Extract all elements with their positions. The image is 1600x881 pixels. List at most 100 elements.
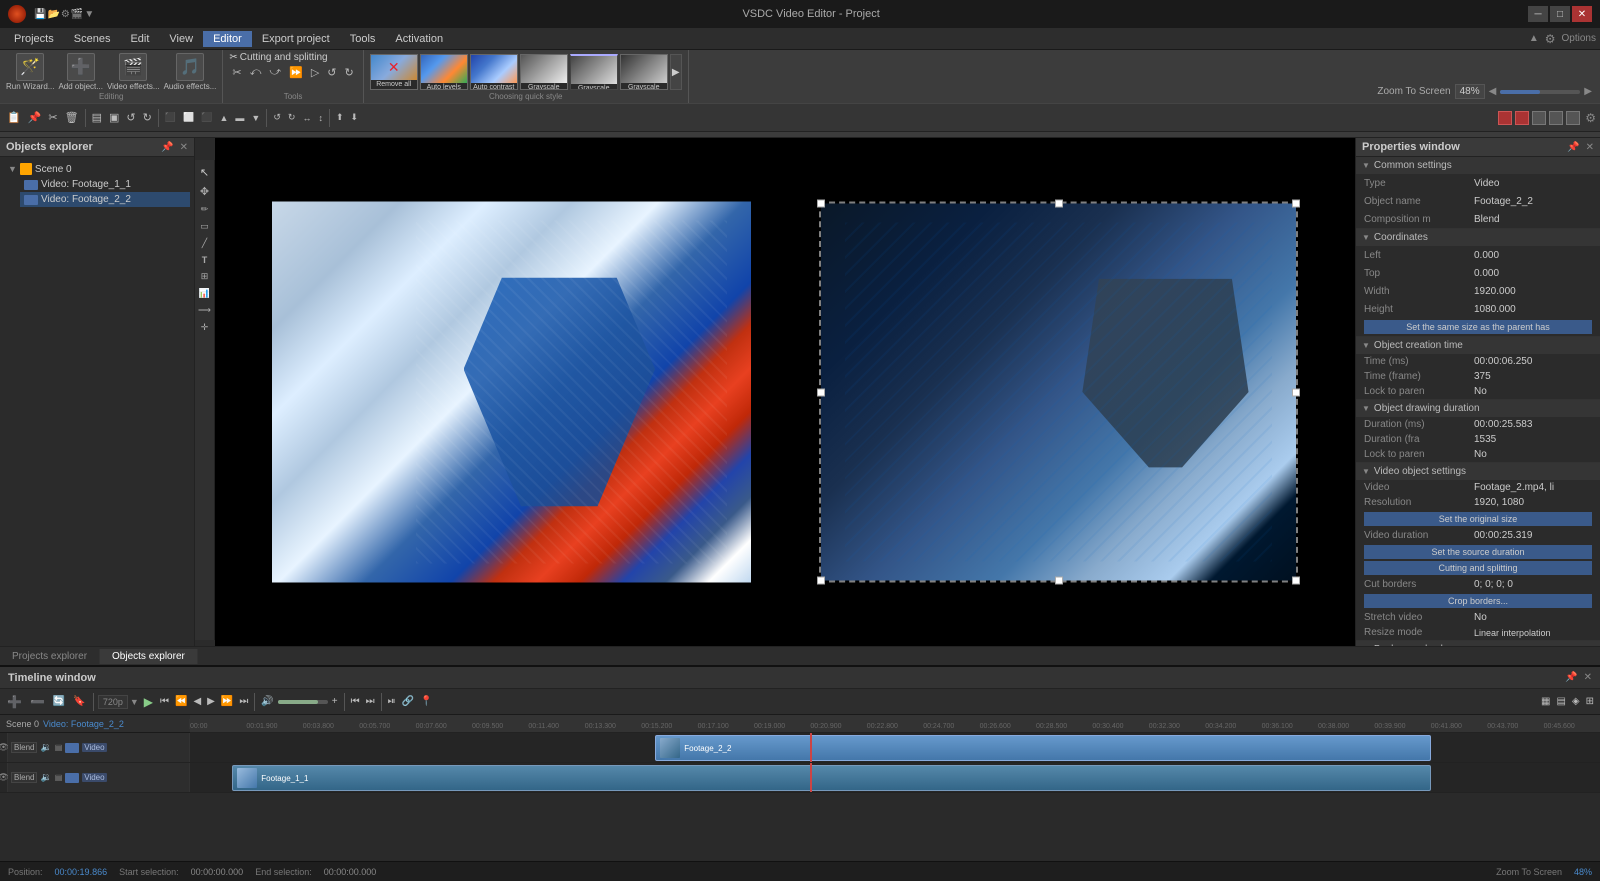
tool-crop[interactable]: ⊞ bbox=[199, 269, 211, 284]
tl-add-btn[interactable]: ➕ bbox=[4, 694, 25, 710]
red-box-5[interactable] bbox=[1566, 111, 1580, 125]
prop-cutting-btn[interactable]: Cutting and splitting bbox=[1364, 561, 1592, 575]
tl-grid-btn-2[interactable]: ▤ bbox=[1554, 695, 1567, 708]
tl-step-fwd[interactable]: ▶ bbox=[205, 695, 217, 708]
video-effects-btn[interactable]: 🎬 Video effects... bbox=[107, 53, 160, 92]
edit-align-center[interactable]: ⬜ bbox=[180, 111, 197, 124]
red-box-3[interactable] bbox=[1532, 111, 1546, 125]
tl-grid-btn-4[interactable]: ⊞ bbox=[1584, 695, 1596, 708]
tl-more-btns[interactable]: ⏯ bbox=[386, 695, 398, 708]
edit-delete-icon[interactable]: 🗑 bbox=[62, 110, 82, 125]
tool-arrow[interactable]: ⟶ bbox=[196, 303, 213, 318]
timeline-pin-icon[interactable]: 📌 bbox=[1565, 672, 1577, 683]
cut-tool-3[interactable]: ⤻ bbox=[266, 65, 284, 80]
menu-activation[interactable]: Activation bbox=[385, 31, 453, 47]
properties-close-icon[interactable]: ✕ bbox=[1586, 142, 1594, 153]
cut-tool-1[interactable]: ✂ bbox=[229, 65, 244, 80]
prop-duration-header[interactable]: ▼ Object drawing duration bbox=[1356, 400, 1600, 417]
tl-snap-btn[interactable]: 🔗 bbox=[400, 695, 416, 708]
timeline-close-icon[interactable]: ✕ bbox=[1584, 672, 1592, 683]
menu-edit[interactable]: Edit bbox=[120, 31, 159, 47]
menu-export[interactable]: Export project bbox=[252, 31, 340, 47]
edit-align-bottom[interactable]: ▼ bbox=[248, 112, 263, 124]
settings-icon[interactable]: ⚙ bbox=[1585, 111, 1596, 125]
quickstyle-auto-contrast[interactable]: Auto contrast bbox=[470, 54, 518, 90]
track-layers-1[interactable]: ▤ bbox=[55, 743, 63, 752]
tree-item-footage22[interactable]: Video: Footage_2_2 bbox=[20, 192, 190, 207]
tree-item-footage11[interactable]: Video: Footage_1_1 bbox=[20, 177, 190, 192]
minimize-button[interactable]: ─ bbox=[1528, 6, 1548, 22]
titlebar-icon-4[interactable]: 🎬 bbox=[71, 9, 83, 20]
track-vol-2[interactable]: 🔉 bbox=[40, 772, 51, 783]
tool-chart[interactable]: 📊 bbox=[197, 286, 212, 301]
menu-view[interactable]: View bbox=[159, 31, 203, 47]
quickstyle-remove-all[interactable]: ✕ Remove all bbox=[370, 54, 418, 90]
tree-item-scene0[interactable]: ▼ Scene 0 bbox=[4, 161, 190, 177]
red-box-2[interactable] bbox=[1515, 111, 1529, 125]
prop-crop-borders-btn[interactable]: Crop borders... bbox=[1364, 594, 1592, 608]
tl-end-btn[interactable]: ⏭ bbox=[364, 695, 377, 708]
tl-markers-btn[interactable]: 📍 bbox=[418, 695, 434, 708]
tool-pen[interactable]: ✏ bbox=[199, 202, 211, 217]
titlebar-icon-2[interactable]: 📂 bbox=[47, 9, 59, 20]
edit-ungroup-icon[interactable]: ▣ bbox=[106, 110, 122, 125]
edit-align-mid[interactable]: ▬ bbox=[232, 112, 247, 124]
red-box-1[interactable] bbox=[1498, 111, 1512, 125]
prop-creation-header[interactable]: ▼ Object creation time bbox=[1356, 337, 1600, 354]
add-object-btn[interactable]: ➕ Add object... bbox=[58, 53, 102, 92]
run-wizard-btn[interactable]: 🪄 Run Wizard... bbox=[6, 53, 54, 92]
prop-bg-header[interactable]: ▼ Background color bbox=[1356, 641, 1600, 646]
tl-bookmark-btn[interactable]: 🔖 bbox=[70, 695, 88, 708]
tool-text[interactable]: T bbox=[200, 253, 210, 267]
sel-handle-bm[interactable] bbox=[1055, 577, 1063, 585]
sel-handle-tm[interactable] bbox=[1055, 200, 1063, 208]
menu-tools[interactable]: Tools bbox=[340, 31, 386, 47]
edit-cut-icon[interactable]: ✂ bbox=[45, 110, 60, 125]
tl-vol-icon[interactable]: 🔊 bbox=[259, 695, 275, 708]
maximize-button[interactable]: □ bbox=[1550, 6, 1570, 22]
tab-projects-explorer[interactable]: Projects explorer bbox=[0, 649, 100, 664]
tool-move2[interactable]: ✛ bbox=[199, 320, 211, 335]
zoom-dropdown[interactable]: 48% bbox=[1455, 84, 1485, 99]
zoom-slider[interactable] bbox=[1500, 90, 1580, 94]
edit-undo-icon[interactable]: ↺ bbox=[123, 110, 138, 125]
tl-minus-btn[interactable]: ➖ bbox=[27, 694, 48, 710]
objects-close-icon[interactable]: ✕ bbox=[180, 142, 188, 153]
properties-pin-icon[interactable]: 📌 bbox=[1567, 142, 1579, 153]
track-blend-1[interactable]: Blend bbox=[11, 742, 37, 753]
zoom-plus[interactable]: ▶ bbox=[1584, 86, 1592, 97]
prop-common-header[interactable]: ▼ Common settings bbox=[1356, 157, 1600, 174]
quickstyle-grayscale-2[interactable]: Grayscale bbox=[570, 54, 618, 90]
sel-handle-bl[interactable] bbox=[817, 577, 825, 585]
quickstyle-more-btn[interactable]: ▶ bbox=[670, 54, 682, 90]
edit-flip-h[interactable]: ↔ bbox=[299, 112, 314, 124]
prop-original-size-btn[interactable]: Set the original size bbox=[1364, 512, 1592, 526]
quickstyle-grayscale-1[interactable]: Grayscale bbox=[520, 54, 568, 90]
titlebar-icon-3[interactable]: ⚙ bbox=[61, 9, 70, 20]
track-vol-1[interactable]: 🔉 bbox=[40, 742, 51, 753]
prop-coords-header[interactable]: ▼ Coordinates bbox=[1356, 229, 1600, 246]
prop-source-duration-btn[interactable]: Set the source duration bbox=[1364, 545, 1592, 559]
video-left-preview[interactable] bbox=[272, 202, 751, 583]
edit-group-icon[interactable]: ▤ bbox=[89, 110, 105, 125]
tl-step-back[interactable]: ◀ bbox=[191, 695, 203, 708]
quickstyle-auto-levels[interactable]: Auto levels bbox=[420, 54, 468, 90]
sel-handle-tl[interactable] bbox=[817, 200, 825, 208]
quickstyle-grayscale-3[interactable]: Grayscale bbox=[620, 54, 668, 90]
tl-next-frame[interactable]: ⏭ bbox=[237, 695, 250, 708]
tool-rect[interactable]: ▭ bbox=[198, 219, 211, 234]
tl-grid-btn-3[interactable]: ◈ bbox=[1570, 695, 1582, 708]
menu-editor[interactable]: Editor bbox=[203, 31, 252, 47]
tl-vol-slider[interactable] bbox=[278, 700, 328, 704]
track-clip-footage11[interactable]: Footage_1_1 bbox=[232, 765, 1431, 791]
menu-scenes[interactable]: Scenes bbox=[64, 31, 121, 47]
cut-tool-5[interactable]: ▷ bbox=[308, 65, 322, 80]
edit-flip-v[interactable]: ↕ bbox=[315, 112, 326, 124]
audio-effects-btn[interactable]: 🎵 Audio effects... bbox=[164, 53, 217, 92]
video-right-preview[interactable] bbox=[819, 202, 1298, 583]
tl-next-sec[interactable]: ⏩ bbox=[219, 695, 235, 708]
tl-res-dropdown[interactable]: ▼ bbox=[130, 697, 139, 707]
titlebar-dropdown[interactable]: ▼ bbox=[84, 9, 94, 20]
edit-align-right[interactable]: ⬛ bbox=[198, 111, 215, 124]
tl-prev-frame[interactable]: ⏮ bbox=[158, 695, 171, 708]
